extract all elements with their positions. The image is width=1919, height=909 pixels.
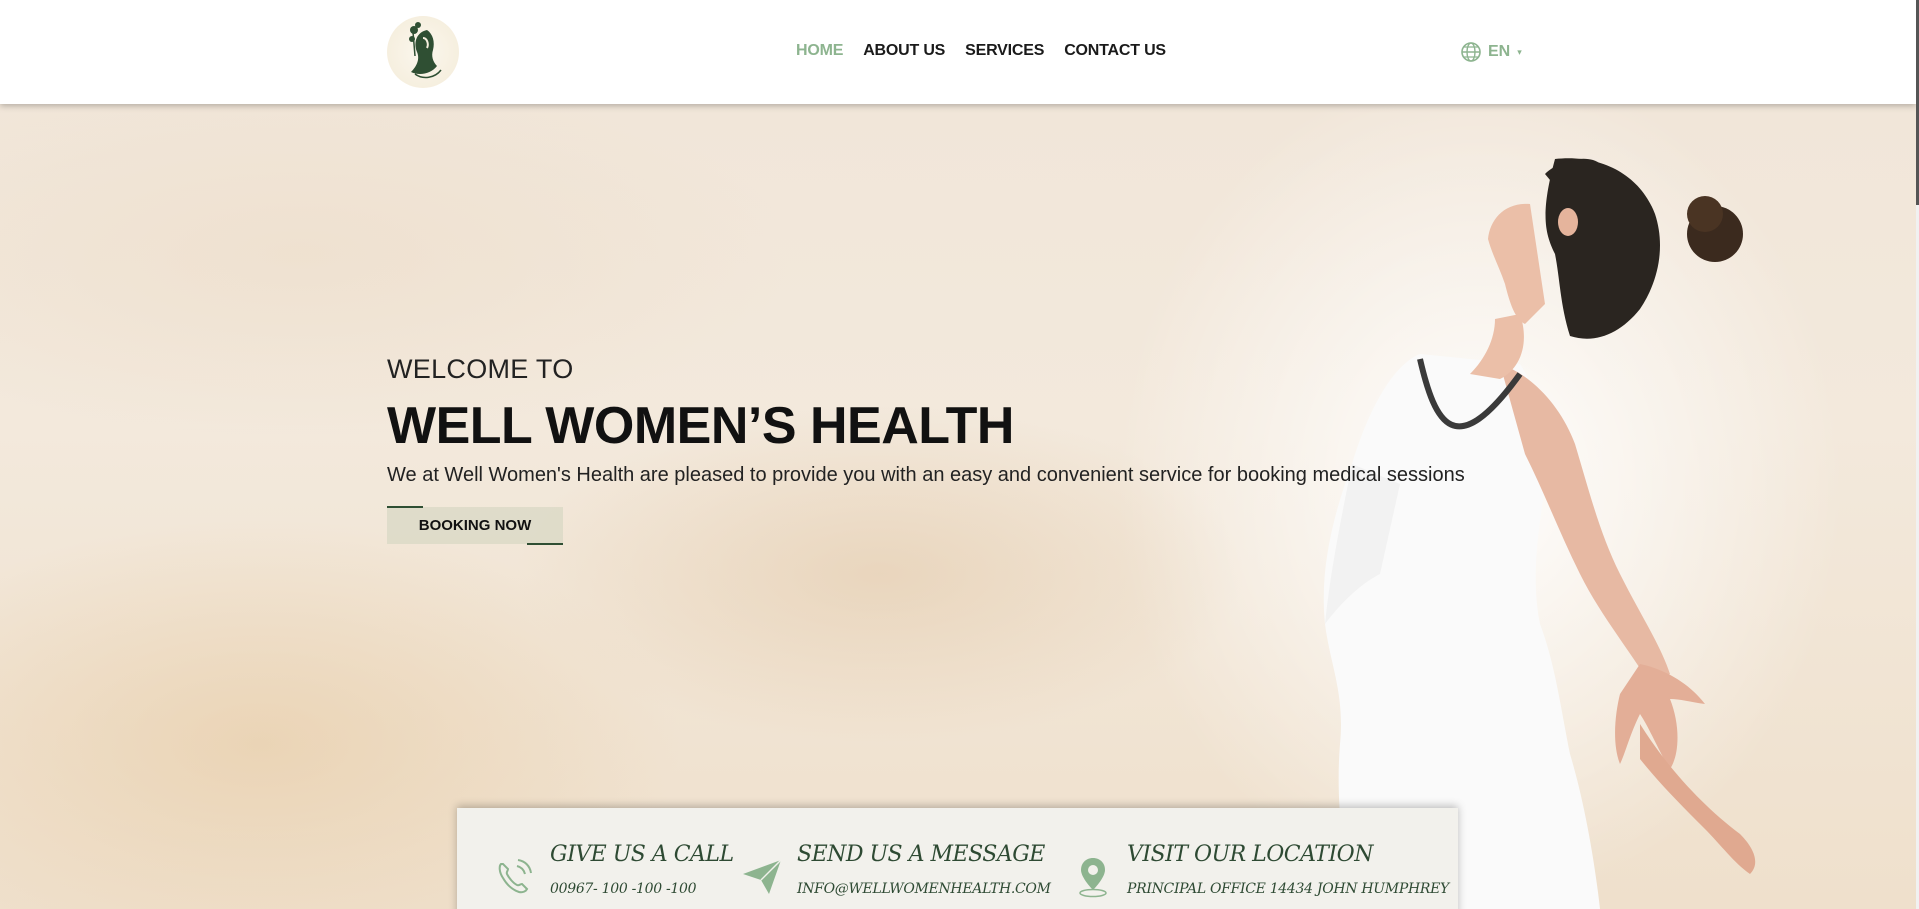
- contact-location-heading: VISIT OUR LOCATION: [1127, 842, 1373, 867]
- nav-home[interactable]: HOME: [796, 42, 843, 60]
- chevron-down-icon: ▾: [1517, 46, 1522, 57]
- contact-message-heading: SEND US A MESSAGE: [797, 842, 1045, 867]
- main-nav: HOME ABOUT US SERVICES CONTACT US: [796, 42, 1166, 60]
- site-header: HOME ABOUT US SERVICES CONTACT US EN ▾: [0, 0, 1916, 104]
- contact-call-text: 00967- 100 -100 -100: [550, 881, 697, 897]
- booking-now-label: BOOKING NOW: [418, 517, 532, 534]
- hero-woman-image: [1323, 158, 1756, 909]
- hero-title: WELL WOMEN’S HEALTH: [387, 397, 1014, 455]
- location-pin-icon: [1079, 858, 1107, 898]
- welcome-heading: WELCOME TO: [387, 354, 574, 384]
- button-accent-line-bottom: [527, 543, 563, 545]
- hero-subtitle: We at Well Women's Health are pleased to…: [387, 464, 1465, 486]
- button-accent-line-top: [387, 506, 423, 508]
- site-logo[interactable]: [387, 16, 459, 88]
- language-selector[interactable]: EN ▾: [1460, 41, 1522, 63]
- contact-message-text: INFO@WELLWOMENHEALTH.COM: [797, 881, 1051, 897]
- phone-icon: [498, 859, 532, 894]
- contact-location-text: PRINCIPAL OFFICE 14434 JOHN HUMPHREY: [1127, 881, 1449, 897]
- paper-plane-icon: [743, 859, 782, 894]
- nav-about-us[interactable]: ABOUT US: [863, 42, 945, 60]
- hero-section: WELCOME TO WELL WOMEN’S HEALTH We at Wel…: [0, 104, 1916, 909]
- nav-contact-us[interactable]: CONTACT US: [1064, 42, 1166, 60]
- contact-call-heading: GIVE US A CALL: [550, 842, 734, 867]
- booking-now-button[interactable]: BOOKING NOW: [387, 506, 563, 545]
- contact-bar: GIVE US A CALL 00967- 100 -100 -100 SEND…: [457, 808, 1458, 909]
- language-label: EN: [1488, 43, 1511, 60]
- nav-services[interactable]: SERVICES: [965, 42, 1044, 60]
- woman-flower-logo-icon: [409, 22, 442, 79]
- globe-icon: [1461, 42, 1481, 62]
